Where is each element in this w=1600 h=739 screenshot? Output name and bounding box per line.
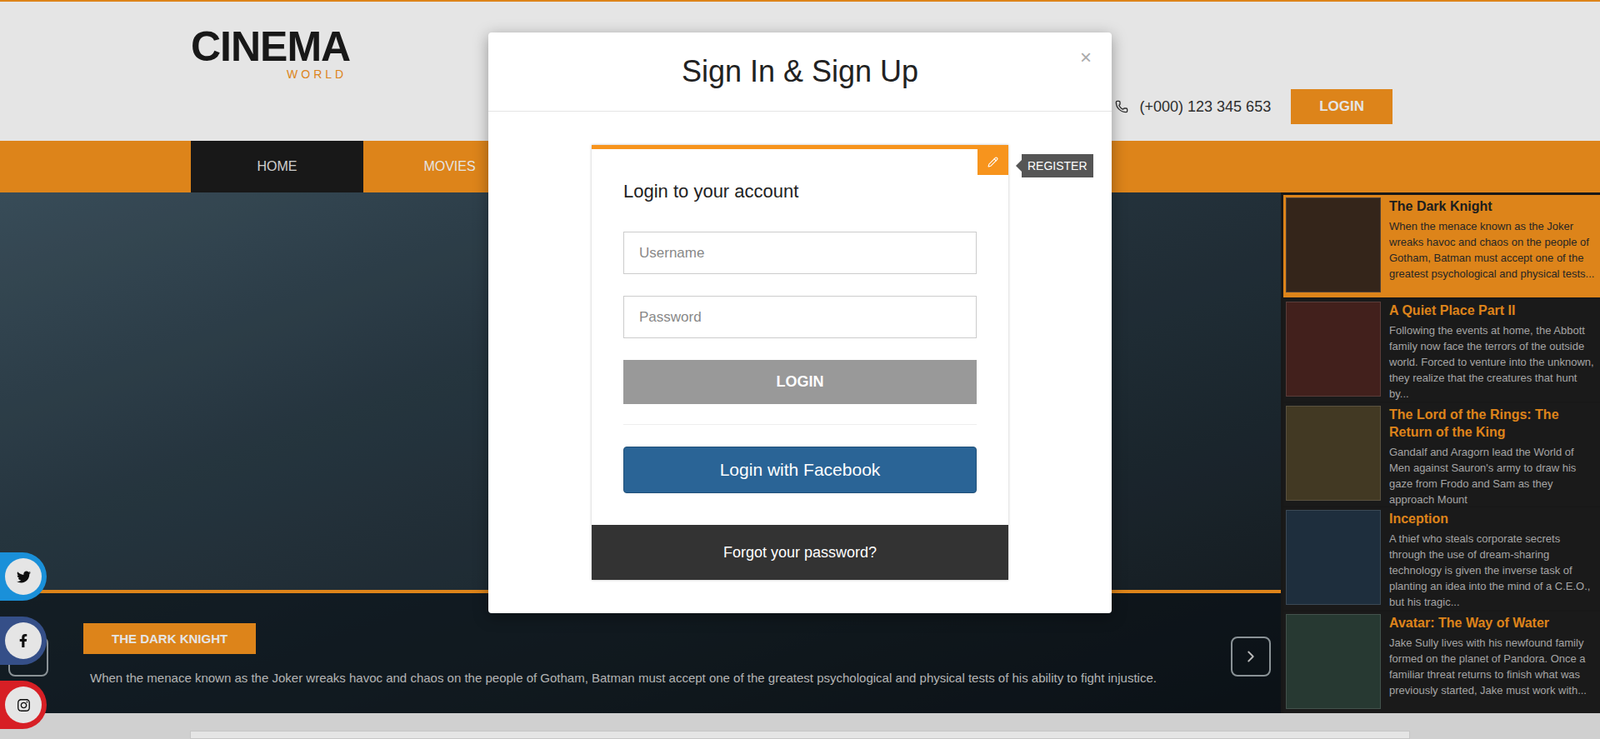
- text-input[interactable]: [623, 231, 977, 275]
- register-tag[interactable]: REGISTER: [1021, 154, 1094, 178]
- forgot-password-link[interactable]: Forgot your password?: [591, 525, 1009, 580]
- card-inner: Login to your account LOGIN Login with Fac…: [591, 149, 1009, 525]
- modal-header: Sign In & Sign Up ×: [488, 32, 1112, 112]
- login-card: REGISTERLogin to your accountLOGINLogin …: [591, 145, 1009, 580]
- register-toggle[interactable]: [977, 149, 1009, 175]
- modal-body: REGISTERLogin to your accountLOGINLogin …: [488, 111, 1112, 614]
- close-button[interactable]: ×: [1075, 44, 1097, 71]
- modal-title: Sign In & Sign Up: [681, 54, 919, 90]
- fields: [623, 231, 977, 339]
- modal: Sign In & Sign Up × REGISTER Login to your …: [488, 32, 1112, 614]
- password-input[interactable]: [623, 295, 977, 339]
- card-heading: Login to your account: [623, 180, 977, 204]
- submit-button[interactable]: LOGIN: [623, 360, 977, 405]
- facebook-login-button[interactable]: Login with Facebook: [623, 446, 977, 494]
- pencil-icon: [987, 156, 999, 168]
- divider: [623, 424, 977, 425]
- page: CINEMAWORLD(+000) 123 345 653LOGINHOMEMO…: [0, 0, 1600, 739]
